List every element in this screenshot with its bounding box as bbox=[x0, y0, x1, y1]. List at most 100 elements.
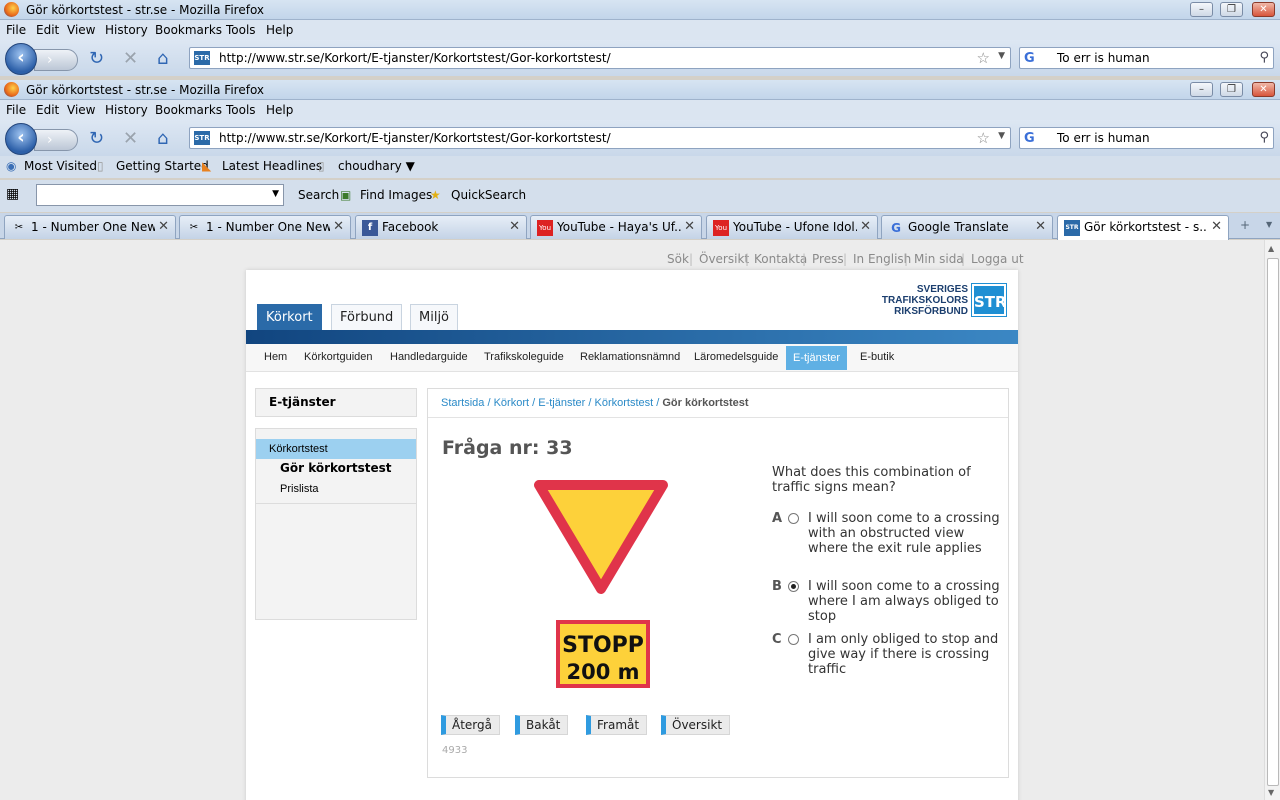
tab-list-icon[interactable]: ▼ bbox=[1266, 220, 1272, 229]
url-text[interactable]: http://www.str.se/Korkort/E-tjanster/Kor… bbox=[219, 51, 611, 65]
bookmark-star-icon[interactable]: ☆ bbox=[977, 49, 990, 67]
google-icon[interactable]: G bbox=[1024, 51, 1040, 67]
back-button[interactable]: ‹ bbox=[5, 123, 37, 155]
bookmark-star-icon[interactable]: ☆ bbox=[977, 129, 990, 147]
tab-close-icon[interactable]: ✕ bbox=[509, 219, 520, 234]
return-button[interactable]: Återgå bbox=[441, 715, 500, 735]
subnav-e-tjanster[interactable]: E-tjänster bbox=[786, 346, 848, 370]
subnav-laromedelsguide[interactable]: Läromedelsguide bbox=[694, 351, 778, 363]
minimize-button[interactable]: – bbox=[1190, 2, 1213, 17]
scroll-up-icon[interactable]: ▲ bbox=[1268, 244, 1274, 253]
menu-edit[interactable]: Edit bbox=[36, 103, 59, 117]
menu-edit[interactable]: Edit bbox=[36, 23, 59, 37]
maximize-button[interactable]: ❐ bbox=[1220, 2, 1243, 17]
close-button[interactable]: ✕ bbox=[1252, 2, 1275, 17]
tab-4[interactable]: You YouTube - Haya's Uf... ✕ bbox=[530, 215, 702, 239]
menu-view[interactable]: View bbox=[67, 23, 95, 37]
search-icon[interactable]: ⚲ bbox=[1259, 130, 1269, 145]
toplink-sok[interactable]: Sök bbox=[667, 252, 689, 266]
home-icon[interactable]: ⌂ bbox=[157, 130, 168, 148]
search-input[interactable]: To err is human bbox=[1057, 51, 1150, 65]
scroll-down-icon[interactable]: ▼ bbox=[1268, 788, 1274, 797]
back-button[interactable]: ‹ bbox=[5, 43, 37, 75]
subnav-reklamationsnamnd[interactable]: Reklamationsnämnd bbox=[580, 351, 680, 363]
history-dropdown-icon[interactable]: ▼ bbox=[998, 51, 1005, 61]
stop-icon[interactable]: ✕ bbox=[123, 130, 138, 148]
forward-button-quiz[interactable]: Framåt bbox=[586, 715, 648, 735]
toplink-logga-ut[interactable]: Logga ut bbox=[971, 252, 1024, 266]
bookmark-getting-started[interactable]: Getting Started bbox=[116, 159, 209, 173]
menu-tools[interactable]: Tools bbox=[226, 23, 256, 37]
tab-3[interactable]: f Facebook ✕ bbox=[355, 215, 527, 239]
menu-tools[interactable]: Tools bbox=[226, 103, 256, 117]
search-box[interactable]: G To err is human ⚲ bbox=[1019, 127, 1274, 149]
menu-file[interactable]: File bbox=[6, 103, 26, 117]
sidebar-item-korkortstest[interactable]: Körkortstest bbox=[256, 439, 416, 459]
tab-korkort[interactable]: Körkort bbox=[257, 304, 322, 330]
tab-1[interactable]: ✂ 1 - Number One New... ✕ bbox=[4, 215, 176, 239]
bookmark-choudhary[interactable]: choudhary ▼ bbox=[338, 159, 415, 173]
toolbar-search-button[interactable]: Search bbox=[298, 188, 339, 202]
toplink-in-english[interactable]: In English bbox=[853, 252, 911, 266]
sidebar-item-gor-korkortstest[interactable]: Gör körkortstest bbox=[280, 461, 391, 475]
reload-icon[interactable]: ↻ bbox=[89, 50, 104, 68]
address-bar[interactable]: STR http://www.str.se/Korkort/E-tjanster… bbox=[189, 47, 1011, 69]
crumb-e-tjanster[interactable]: E-tjänster bbox=[538, 397, 585, 409]
crumb-korkort[interactable]: Körkort bbox=[494, 397, 529, 409]
subnav-handledarguide[interactable]: Handledarguide bbox=[390, 351, 468, 363]
tab-7-active[interactable]: STR Gör körkortstest - s... ✕ bbox=[1057, 215, 1229, 240]
new-tab-icon[interactable]: + bbox=[1240, 218, 1250, 232]
subnav-korkortguiden[interactable]: Körkortguiden bbox=[304, 351, 373, 363]
tab-miljo[interactable]: Miljö bbox=[410, 304, 459, 330]
option-b-radio[interactable] bbox=[788, 581, 799, 592]
forward-button[interactable]: › bbox=[34, 49, 78, 71]
minimize-button[interactable]: – bbox=[1190, 82, 1213, 97]
menu-help[interactable]: Help bbox=[266, 103, 293, 117]
tab-close-icon[interactable]: ✕ bbox=[860, 219, 871, 234]
tab-2[interactable]: ✂ 1 - Number One New... ✕ bbox=[179, 215, 351, 239]
tab-5[interactable]: You YouTube - Ufone Idol... ✕ bbox=[706, 215, 878, 239]
crumb-startsida[interactable]: Startsida bbox=[441, 397, 484, 409]
search-icon[interactable]: ⚲ bbox=[1259, 50, 1269, 65]
vertical-scrollbar[interactable]: ▲ ▼ bbox=[1264, 240, 1280, 800]
find-images-button[interactable]: Find Images bbox=[360, 188, 432, 202]
bookmark-latest-headlines[interactable]: Latest Headlines bbox=[222, 159, 322, 173]
bookmark-most-visited[interactable]: Most Visited bbox=[24, 159, 97, 173]
option-c-radio[interactable] bbox=[788, 634, 799, 645]
menu-history[interactable]: History bbox=[105, 23, 148, 37]
home-icon[interactable]: ⌂ bbox=[157, 50, 168, 68]
sidebar-item-prislista[interactable]: Prislista bbox=[280, 483, 319, 495]
toplink-min-sida[interactable]: Min sida bbox=[914, 252, 964, 266]
tab-close-icon[interactable]: ✕ bbox=[1035, 219, 1046, 234]
subnav-hem[interactable]: Hem bbox=[264, 351, 287, 363]
url-text[interactable]: http://www.str.se/Korkort/E-tjanster/Kor… bbox=[219, 131, 611, 145]
google-icon[interactable]: G bbox=[1024, 131, 1040, 147]
tab-close-icon[interactable]: ✕ bbox=[333, 219, 344, 234]
crumb-korkortstest[interactable]: Körkortstest bbox=[594, 397, 653, 409]
address-bar[interactable]: STR http://www.str.se/Korkort/E-tjanster… bbox=[189, 127, 1011, 149]
forward-button[interactable]: › bbox=[34, 129, 78, 151]
close-button[interactable]: ✕ bbox=[1252, 82, 1275, 97]
reload-icon[interactable]: ↻ bbox=[89, 130, 104, 148]
tab-close-icon[interactable]: ✕ bbox=[1211, 219, 1222, 234]
scroll-thumb[interactable] bbox=[1267, 258, 1279, 786]
combo-arrow-icon[interactable]: ▼ bbox=[272, 189, 279, 199]
option-a-radio[interactable] bbox=[788, 513, 799, 524]
menu-history[interactable]: History bbox=[105, 103, 148, 117]
str-logo[interactable]: SVERIGES TRAFIKSKOLORS RIKSFÖRBUND STR bbox=[882, 282, 1007, 318]
history-dropdown-icon[interactable]: ▼ bbox=[998, 131, 1005, 141]
tab-6[interactable]: G Google Translate ✕ bbox=[881, 215, 1053, 239]
search-box[interactable]: G To err is human ⚲ bbox=[1019, 47, 1274, 69]
maximize-button[interactable]: ❐ bbox=[1220, 82, 1243, 97]
subnav-trafikskoleguide[interactable]: Trafikskoleguide bbox=[484, 351, 564, 363]
subnav-e-butik[interactable]: E-butik bbox=[860, 351, 894, 363]
toplink-oversikt[interactable]: Översikt bbox=[699, 252, 749, 266]
film-icon[interactable]: ▦ bbox=[6, 186, 19, 202]
toplink-press[interactable]: Press bbox=[812, 252, 844, 266]
quicksearch-button[interactable]: QuickSearch bbox=[451, 188, 526, 202]
menu-file[interactable]: File bbox=[6, 23, 26, 37]
search-input[interactable]: To err is human bbox=[1057, 131, 1150, 145]
tab-forbund[interactable]: Förbund bbox=[331, 304, 403, 330]
menu-bookmarks[interactable]: Bookmarks bbox=[155, 23, 222, 37]
menu-view[interactable]: View bbox=[67, 103, 95, 117]
